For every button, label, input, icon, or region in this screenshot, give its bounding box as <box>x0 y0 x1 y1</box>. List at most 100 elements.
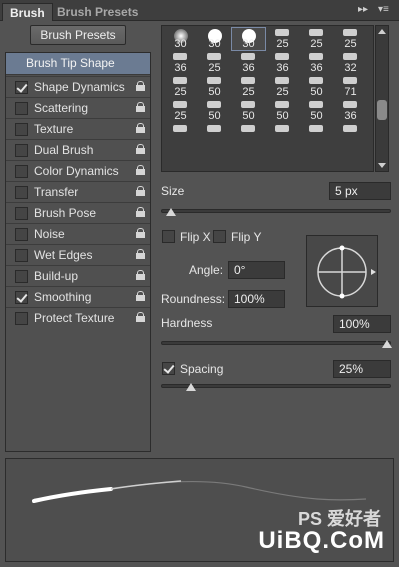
brush-tip-cell[interactable] <box>232 124 265 146</box>
brush-pose-checkbox[interactable] <box>15 207 28 220</box>
brush-tip-cell[interactable]: 36 <box>334 100 367 122</box>
lock-icon[interactable] <box>136 81 145 92</box>
brush-tip-cell[interactable]: 25 <box>334 28 367 50</box>
brush-tip-icon <box>309 29 323 36</box>
brush-tip-cell[interactable]: 25 <box>198 52 231 74</box>
list-item-smoothing[interactable]: Smoothing <box>6 286 150 307</box>
brush-tip-cell[interactable] <box>266 124 299 146</box>
list-item-color-dynamics[interactable]: Color Dynamics <box>6 160 150 181</box>
brush-tip-icon <box>207 125 221 132</box>
brush-tip-cell[interactable]: 36 <box>300 52 333 74</box>
size-field[interactable]: 5 px <box>329 182 391 200</box>
brush-tip-cell[interactable]: 25 <box>266 28 299 50</box>
lock-icon[interactable] <box>136 228 145 239</box>
collapse-icon[interactable]: ▸▸ <box>358 4 368 15</box>
size-slider[interactable] <box>161 208 391 216</box>
hardness-slider[interactable] <box>161 340 392 348</box>
list-item-noise[interactable]: Noise <box>6 223 150 244</box>
brush-tip-cell[interactable]: 32 <box>334 52 367 74</box>
brush-tip-cell[interactable]: 71 <box>334 76 367 98</box>
spacing-slider[interactable] <box>161 383 391 391</box>
list-item-texture[interactable]: Texture <box>6 118 150 139</box>
lock-icon[interactable] <box>136 102 145 113</box>
spacing-checkbox[interactable] <box>162 362 175 375</box>
flip-y-checkbox[interactable] <box>213 230 226 243</box>
brush-tip-cell[interactable] <box>334 124 367 146</box>
panel-menu-icon[interactable]: ▾≡ <box>378 4 389 15</box>
texture-checkbox[interactable] <box>15 123 28 136</box>
dual-brush-checkbox[interactable] <box>15 144 28 157</box>
lock-icon[interactable] <box>136 207 145 218</box>
brush-tip-cell[interactable]: 36 <box>232 52 265 74</box>
angle-field[interactable]: 0° <box>228 261 285 279</box>
list-item-label: Brush Pose <box>34 206 97 220</box>
brush-tip-cell[interactable] <box>198 124 231 146</box>
spacing-slider-knob[interactable] <box>186 383 197 391</box>
lock-icon[interactable] <box>136 144 145 155</box>
list-item-transfer[interactable]: Transfer <box>6 181 150 202</box>
brush-tip-cell[interactable]: 36 <box>266 52 299 74</box>
list-item-build-up[interactable]: Build-up <box>6 265 150 286</box>
brush-presets-button[interactable]: Brush Presets <box>30 25 126 45</box>
transfer-checkbox[interactable] <box>15 186 28 199</box>
shape-dynamics-checkbox[interactable] <box>15 81 28 94</box>
scroll-thumb[interactable] <box>377 100 387 120</box>
lock-icon[interactable] <box>136 291 145 302</box>
angle-roundness-widget[interactable] <box>306 235 378 307</box>
smoothing-checkbox[interactable] <box>15 291 28 304</box>
lock-icon[interactable] <box>136 249 145 260</box>
list-item-shape-dynamics[interactable]: Shape Dynamics <box>6 76 150 97</box>
brush-grid-scrollbar[interactable] <box>375 25 389 172</box>
hardness-slider-knob[interactable] <box>382 340 392 348</box>
hardness-field[interactable]: 100% <box>333 315 391 333</box>
brush-tip-cell[interactable]: 25 <box>232 76 265 98</box>
brush-tip-cell[interactable]: 30 <box>231 27 266 51</box>
brush-tip-cell[interactable]: 50 <box>232 100 265 122</box>
lock-icon[interactable] <box>136 312 145 323</box>
brush-tip-size: 36 <box>310 62 323 74</box>
brush-tip-cell[interactable]: 25 <box>266 76 299 98</box>
flip-x-checkbox[interactable] <box>162 230 175 243</box>
lock-icon[interactable] <box>136 270 145 281</box>
list-item-protect-texture[interactable]: Protect Texture <box>6 307 150 328</box>
tab-brush-presets[interactable]: Brush Presets <box>50 3 145 21</box>
protect-texture-checkbox[interactable] <box>15 312 28 325</box>
brush-tip-cell[interactable]: 30 <box>164 28 197 50</box>
brush-tip-icon <box>275 77 289 84</box>
list-item-wet-edges[interactable]: Wet Edges <box>6 244 150 265</box>
scroll-down-icon[interactable] <box>378 163 386 168</box>
brush-tip-cell[interactable]: 50 <box>266 100 299 122</box>
brush-tip-icon <box>207 53 221 60</box>
spacing-field[interactable]: 25% <box>333 360 391 378</box>
list-item-scattering[interactable]: Scattering <box>6 97 150 118</box>
brush-tip-cell[interactable]: 25 <box>164 76 197 98</box>
list-item-brush-pose[interactable]: Brush Pose <box>6 202 150 223</box>
lock-icon[interactable] <box>136 165 145 176</box>
noise-checkbox[interactable] <box>15 228 28 241</box>
tab-brush[interactable]: Brush <box>2 3 53 21</box>
brush-tip-shape-item[interactable]: Brush Tip Shape <box>6 53 150 75</box>
roundness-field[interactable]: 100% <box>228 290 285 308</box>
lock-icon[interactable] <box>136 123 145 134</box>
size-slider-knob[interactable] <box>166 208 177 216</box>
wet-edges-checkbox[interactable] <box>15 249 28 262</box>
lock-icon[interactable] <box>136 186 145 197</box>
build-up-checkbox[interactable] <box>15 270 28 283</box>
brush-tip-cell[interactable]: 50 <box>198 100 231 122</box>
brush-tip-cell[interactable]: 50 <box>198 76 231 98</box>
brush-tip-cell[interactable] <box>300 124 333 146</box>
brush-tip-cell[interactable]: 50 <box>300 100 333 122</box>
color-dynamics-checkbox[interactable] <box>15 165 28 178</box>
brush-tip-icon <box>275 101 289 108</box>
list-item-dual-brush[interactable]: Dual Brush <box>6 139 150 160</box>
brush-tip-cell[interactable]: 50 <box>300 76 333 98</box>
brush-tip-cell[interactable]: 36 <box>164 52 197 74</box>
list-item-label: Protect Texture <box>34 311 115 325</box>
brush-tip-cell[interactable]: 25 <box>164 100 197 122</box>
scattering-checkbox[interactable] <box>15 102 28 115</box>
brush-tip-cell[interactable] <box>164 124 197 146</box>
scroll-up-icon[interactable] <box>378 29 386 34</box>
brush-tip-cell[interactable]: 30 <box>198 28 231 50</box>
brush-tip-size: 50 <box>310 86 323 98</box>
brush-tip-cell[interactable]: 25 <box>300 28 333 50</box>
